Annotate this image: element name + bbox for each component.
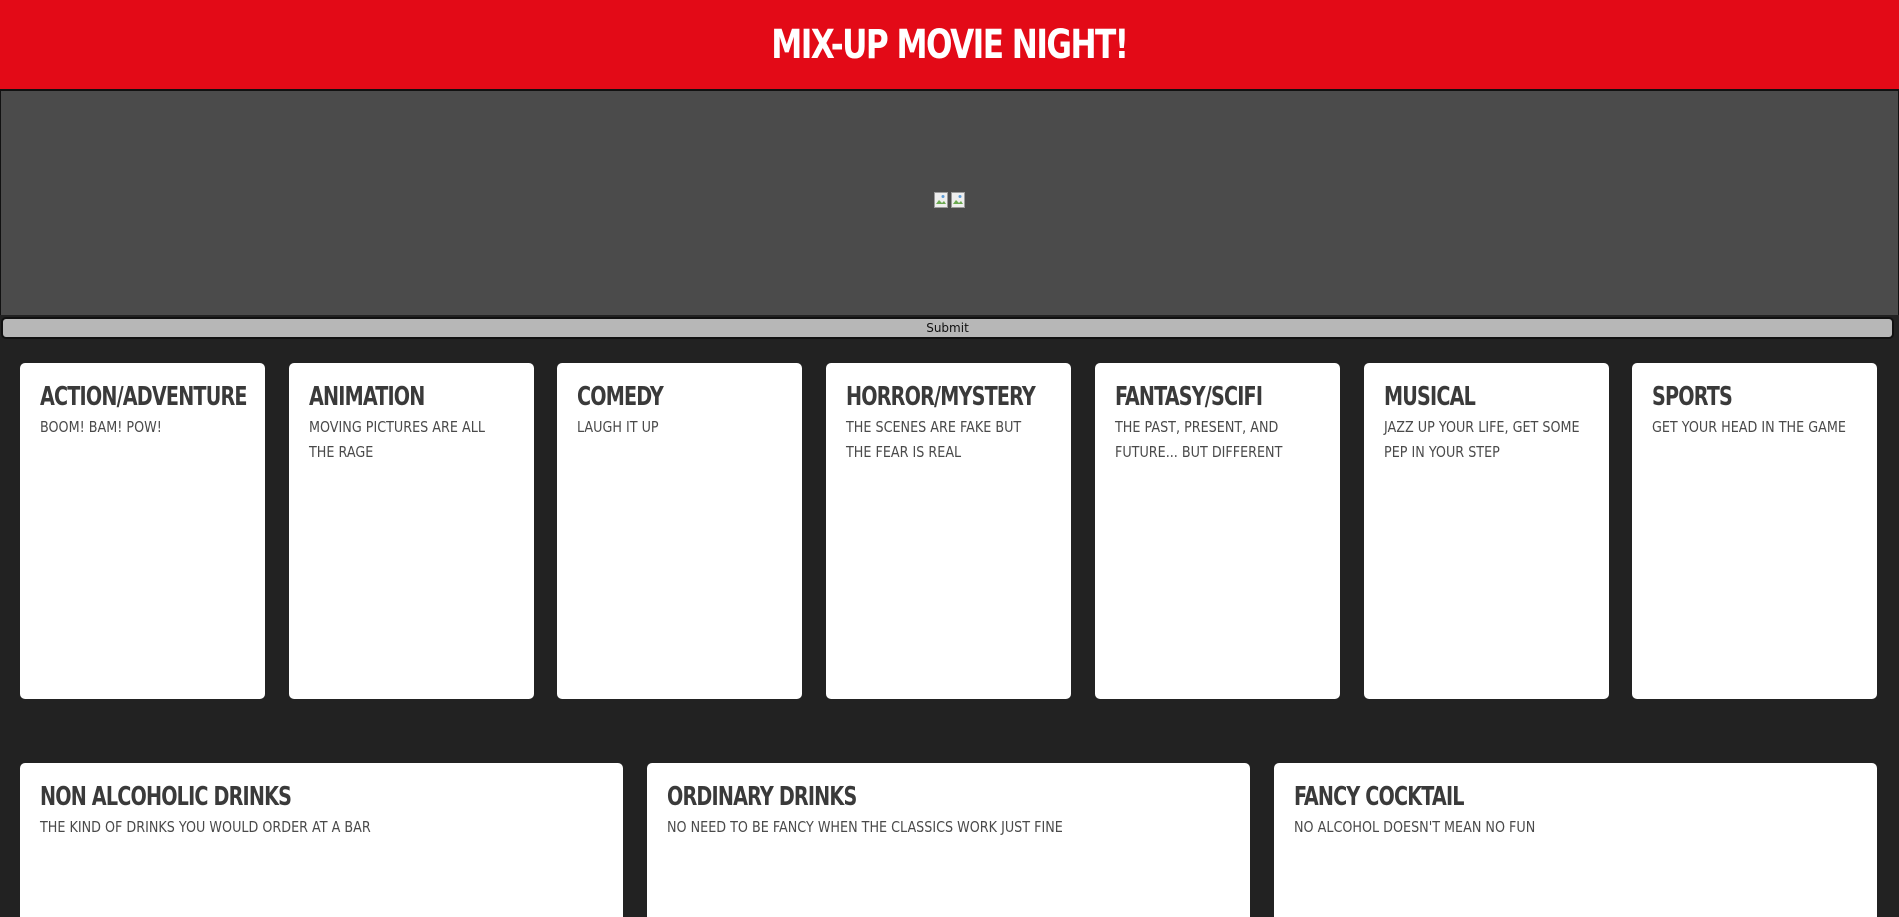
card-description: THE SCENES ARE FAKE BUT THE FEAR IS REAL [846,418,1022,461]
genre-card-comedy[interactable]: COMEDY LAUGH IT UP [557,363,802,699]
site-header: MIX-UP MOVIE NIGHT! [0,0,1899,91]
submit-button[interactable]: Submit [1,317,1894,339]
genre-card-horror-mystery[interactable]: HORROR/MYSTERY THE SCENES ARE FAKE BUT T… [826,363,1071,699]
drink-card-ordinary[interactable]: ORDINARY DRINKS NO NEED TO BE FANCY WHEN… [647,763,1250,917]
page: MIX-UP MOVIE NIGHT! Submit ACTION/ADVENT… [0,0,1899,917]
page-title: MIX-UP MOVIE NIGHT! [771,21,1129,68]
card-description: THE PAST, PRESENT, AND FUTURE... BUT DIF… [1115,418,1283,461]
card-description: THE KIND OF DRINKS YOU WOULD ORDER AT A … [40,818,371,836]
card-title: ORDINARY DRINKS [667,782,857,812]
card-title: MUSICAL [1384,382,1476,412]
card-description: GET YOUR HEAD IN THE GAME [1652,418,1846,436]
card-title: FANTASY/SCIFI [1115,382,1263,412]
broken-image-icon [934,192,948,208]
drink-card-fancy-cocktail[interactable]: FANCY COCKTAIL NO ALCOHOL DOESN'T MEAN N… [1274,763,1877,917]
card-title: COMEDY [577,382,664,412]
card-description: JAZZ UP YOUR LIFE, GET SOME PEP IN YOUR … [1384,418,1580,461]
card-title: HORROR/MYSTERY [846,382,1036,412]
genre-card-sports[interactable]: SPORTS GET YOUR HEAD IN THE GAME [1632,363,1877,699]
genre-card-musical[interactable]: MUSICAL JAZZ UP YOUR LIFE, GET SOME PEP … [1364,363,1609,699]
genre-card-animation[interactable]: ANIMATION MOVING PICTURES ARE ALL THE RA… [289,363,534,699]
card-title: ANIMATION [309,382,425,412]
card-description: NO ALCOHOL DOESN'T MEAN NO FUN [1294,818,1536,836]
card-title: SPORTS [1652,382,1733,412]
genre-card-fantasy-scifi[interactable]: FANTASY/SCIFI THE PAST, PRESENT, AND FUT… [1095,363,1340,699]
card-title: FANCY COCKTAIL [1294,782,1464,812]
drink-card-non-alcoholic[interactable]: NON ALCOHOLIC DRINKS THE KIND OF DRINKS … [20,763,623,917]
selection-preview [0,91,1899,315]
card-description: NO NEED TO BE FANCY WHEN THE CLASSICS WO… [667,818,1063,836]
card-description: MOVING PICTURES ARE ALL THE RAGE [309,418,485,461]
broken-image-icon [951,192,965,208]
card-description: LAUGH IT UP [577,418,659,436]
card-title: NON ALCOHOLIC DRINKS [40,782,292,812]
card-title: ACTION/ADVENTURE [40,382,248,412]
card-description: BOOM! BAM! POW! [40,418,162,436]
genre-card-action-adventure[interactable]: ACTION/ADVENTURE BOOM! BAM! POW! [20,363,265,699]
